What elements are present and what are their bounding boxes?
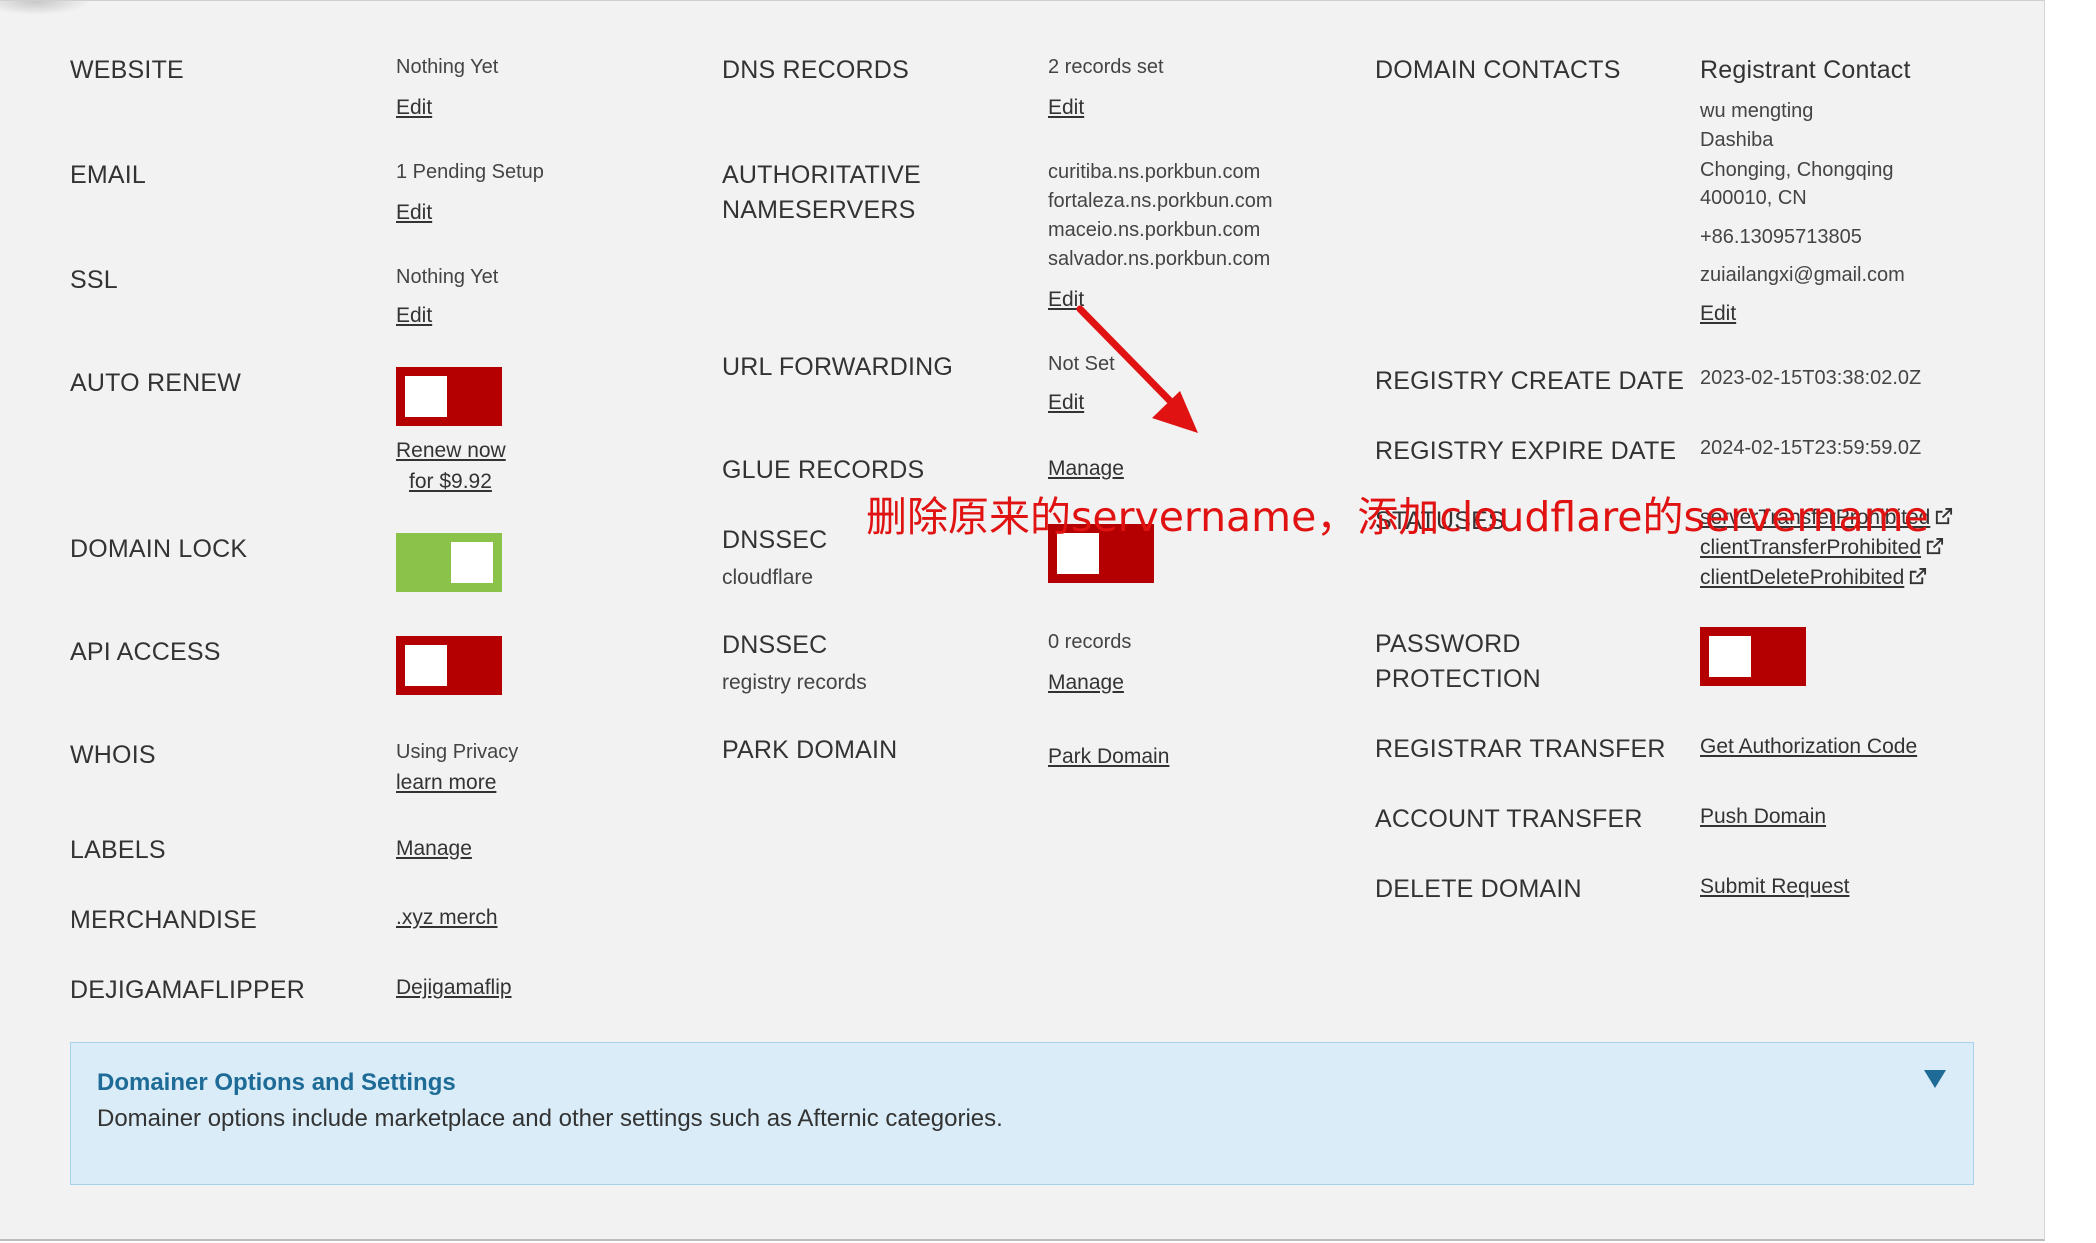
domain-details-panel: WEBSITE Nothing Yet Edit EMAIL 1 Pending… <box>0 0 2045 1241</box>
annotation-arrow-icon <box>1076 305 1198 433</box>
annotation-text: 删除原来的servername，添加cloudflare的servername <box>866 493 1929 541</box>
